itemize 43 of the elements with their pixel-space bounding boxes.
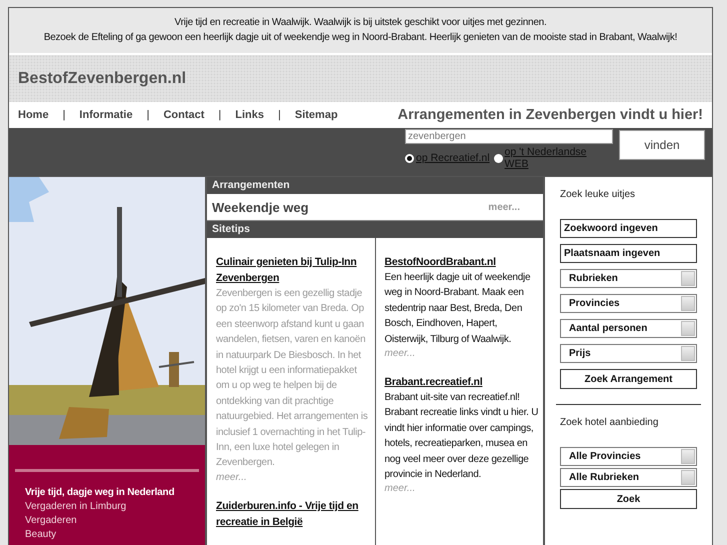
tip-text: Brabant uit-site van recreatief.nl! Brabant recreatie links vindt u hier. U vindt hier informatie over campings, hotels, recreatieparken, musea en nog veel meer over deze gezellige provincie in Nederland.	[384, 391, 539, 482]
dropdown[interactable]: Alle Provincies	[560, 447, 697, 466]
input-field[interactable]: Zoekwoord ingeven	[560, 219, 697, 238]
tip-title-link[interactable]: Culinair genieten bij Tulip-Inn Zevenbergen	[216, 254, 370, 286]
nav-separator: |	[218, 109, 222, 121]
nav-link[interactable]: Informatie	[79, 109, 133, 121]
tip-title-link[interactable]: Brabant.recreatief.nl	[384, 374, 539, 390]
dropdown[interactable]: Prijs	[560, 344, 697, 363]
search-button[interactable]: vinden	[619, 130, 705, 160]
search-field[interactable]: zevenbergen	[405, 129, 613, 144]
menu-link[interactable]: Vergaderen	[19, 514, 195, 528]
form-title: Zoek hotel aanbieding	[560, 417, 660, 428]
dropdown[interactable]: Aantal personen	[560, 319, 697, 338]
radio-button[interactable]	[494, 154, 503, 162]
site-title: BestofZevenbergen.nl	[18, 70, 186, 88]
dropdown[interactable]: Rubrieken	[560, 269, 697, 288]
menu-link[interactable]: Beauty	[19, 528, 195, 542]
nav-link[interactable]: Links	[235, 109, 264, 121]
tagline: Arrangementen in Zevenbergen vindt u hier!	[398, 107, 703, 123]
menu-link[interactable]: Vergaderen in Limburg	[19, 500, 195, 514]
nav-link[interactable]: Home	[18, 109, 49, 121]
nav-link[interactable]: Contact	[163, 109, 204, 121]
nav-separator: |	[62, 109, 66, 121]
search-button[interactable]: Zoek	[560, 489, 697, 509]
intro-text: Vrije tijd en recreatie in Waalwijk. Waalwijk is bij uitstek geschikt voor uitjes met gezinnen.	[174, 16, 548, 29]
radio-button[interactable]	[405, 154, 414, 162]
section-header: Sitetips	[207, 221, 543, 238]
menu-link[interactable]: Vrije tijd, dagje weg in Nederland	[19, 486, 195, 500]
section-title: Weekendje weg	[212, 200, 309, 214]
tip-title-link[interactable]: Zuiderburen.info - Vrije tijd en recreatie in België	[216, 498, 370, 530]
dropdown[interactable]: Provincies	[560, 294, 697, 313]
tip-text: Een heerlijk dagje uit of weekendje weg in Noord-Brabant. Maak een stedentrip naar Best, Breda, Den Bosch, Eindhoven, Hapert, Oisterwijk, Tilburg of Waalwijk.	[384, 271, 532, 347]
nav-link[interactable]: Sitemap	[294, 109, 338, 121]
search-button[interactable]: Zoek Arrangement	[560, 369, 697, 389]
dropdown[interactable]: Alle Rubrieken	[560, 468, 697, 487]
section-header: Arrangementen	[207, 177, 543, 194]
input-field[interactable]: Plaatsnaam ingeven	[560, 244, 697, 263]
intro-text: Bezoek de Efteling of ga gewoon een heerlijk dagje uit of weekendje weg in Noord-Brabant. Heerlijk genieten van de mooiste stad in Brabant, Waalwijk!	[42, 31, 678, 44]
nav-separator: |	[278, 109, 281, 121]
form-title: Zoek leuke uitjes	[560, 189, 636, 200]
tip-title-link[interactable]: BestofNoordBrabant.nl	[384, 254, 539, 270]
tip-text: Zevenbergen is een gezellig stadje op zo'n 15 kilometer van Breda. Op een steenworp afstand kunt u gaan wandelen, fietsen, varen en kanoën in natuurpark De Biesbosch. In het hotel krijgt u een informatiepakket om u op weg te helpen bij de ontdekking van dit prachtige natuurgebied. Het arrangementen is inclusief 1 overnachting in het Tulip-Inn, een luxe hotel gelegen in Zevenbergen.	[216, 287, 369, 470]
nav-separator: |	[146, 109, 150, 121]
